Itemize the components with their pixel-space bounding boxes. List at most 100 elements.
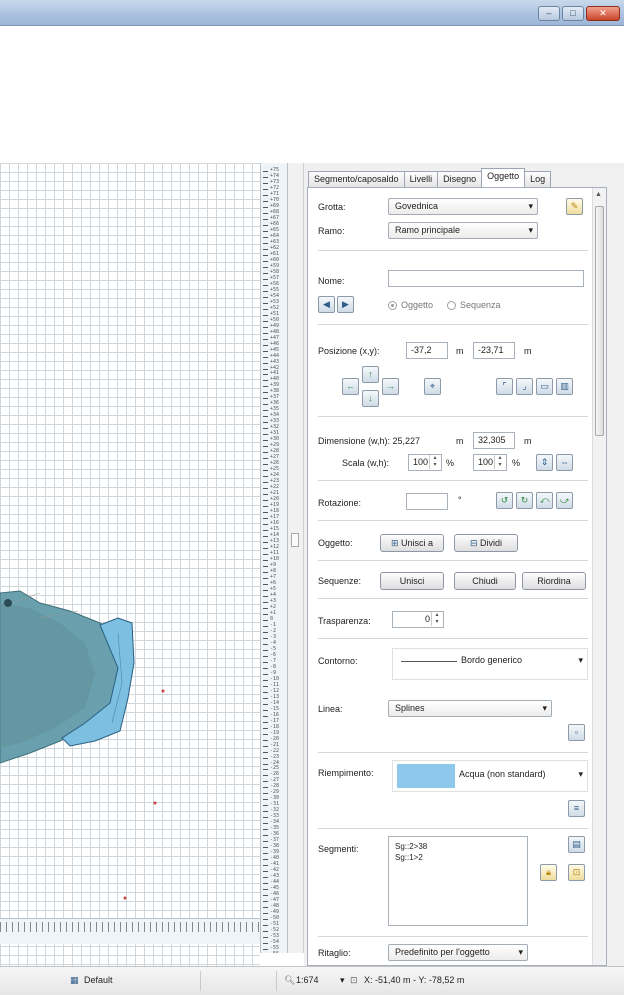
radio-sequenza[interactable] (447, 300, 457, 310)
drawing-canvas[interactable] (0, 163, 260, 966)
radio-oggetto[interactable] (388, 300, 397, 310)
ruler-tick: -27 (263, 778, 285, 783)
unlock-icon[interactable]: ⊡ (568, 864, 585, 881)
ruler-tick: +48 (263, 329, 285, 334)
line-options-icon[interactable]: ▫ (568, 724, 585, 741)
ruler-tick: +14 (263, 533, 285, 538)
vertical-ruler: +75 +74 +73 +72 +71 +70 +69 +68 +67 +66 +65 +64 +63 +… (260, 163, 288, 953)
segmenti-list[interactable]: Sg::2>38 Sg::1>2 (388, 836, 528, 926)
scala-h-spin[interactable]: 100 (473, 454, 507, 471)
flip-icon[interactable]: ⇔ (556, 454, 573, 471)
tab-livelli[interactable]: Livelli (403, 171, 439, 187)
ruler-tick: -21 (263, 742, 285, 747)
next-arrow-icon[interactable]: ▶ (337, 296, 354, 313)
profile-name[interactable]: Default (84, 975, 113, 985)
panel-scrollbar[interactable]: ▲ (592, 188, 606, 965)
nome-input[interactable] (388, 270, 584, 287)
ruler-tick: +24 (263, 473, 285, 478)
ruler-tick: -28 (263, 784, 285, 789)
list-item[interactable]: Sg::2>38 (395, 841, 521, 852)
unisci-a-button[interactable]: ⊞ Unisci a (380, 534, 444, 552)
contorno-select[interactable]: Bordo generico ▾ (392, 648, 588, 680)
maximize-button[interactable]: □ (562, 6, 584, 21)
rotate-ccw-icon[interactable]: ↺ (496, 492, 513, 509)
rotazione-input[interactable] (406, 493, 448, 510)
ruler-tick: -46 (263, 892, 285, 897)
scale-dropdown-icon[interactable]: ▾ (340, 975, 345, 986)
scale-value[interactable]: 1:674 (296, 975, 319, 985)
ruler-tick: -55 (263, 946, 285, 951)
scroll-up-icon[interactable]: ▲ (595, 191, 602, 198)
grotta-select[interactable]: Govednica (388, 198, 538, 215)
dividi-button[interactable]: ⊟ Dividi (454, 534, 518, 552)
ruler-tick: -3 (263, 634, 285, 639)
list-item[interactable]: Sg::1>2 (395, 852, 521, 863)
ruler-tick: -11 (263, 682, 285, 687)
close-button[interactable]: ✕ (586, 6, 620, 21)
ruler-tick: +49 (263, 323, 285, 328)
rotate-cw-icon[interactable]: ↻ (516, 492, 533, 509)
move-up-icon[interactable]: ↑ (362, 366, 379, 383)
align-bottom-icon[interactable]: ⌟ (516, 378, 533, 395)
ruler-tick: +3 (263, 598, 285, 603)
pos-x-input[interactable]: -37,2 (406, 342, 448, 359)
riordina-button[interactable]: Riordina (522, 572, 586, 590)
minimize-button[interactable]: – (538, 6, 560, 21)
ramo-select[interactable]: Ramo principale (388, 222, 538, 239)
scala-w-spin[interactable]: 100 (408, 454, 442, 471)
dim-h-input[interactable]: 32,305 (473, 432, 515, 449)
chiudi-button[interactable]: Chiudi (454, 572, 516, 590)
rotazione-unit: ° (458, 495, 462, 505)
edit-pencil-icon[interactable]: ✎ (566, 198, 583, 215)
move-down-icon[interactable]: ↓ (362, 390, 379, 407)
unisci-button[interactable]: Unisci (380, 572, 444, 590)
ruler-tick-label: -20 (270, 735, 280, 742)
move-left-icon[interactable]: ← (342, 378, 359, 395)
lock-icon[interactable]: 🔒︎ (540, 864, 557, 881)
ruler-tick-label: +47 (270, 334, 280, 341)
ruler-tick: +21 (263, 491, 285, 496)
splitter-grip[interactable] (291, 533, 299, 547)
posizione-label: Posizione (x,y): (318, 346, 380, 356)
ruler-tick: -44 (263, 880, 285, 885)
linea-label: Linea: (318, 704, 343, 714)
align-right-icon[interactable]: ▥ (556, 378, 573, 395)
trasparenza-spin[interactable]: 0 (392, 611, 444, 628)
contorno-row: Contorno: (318, 652, 358, 670)
ruler-tick: -9 (263, 670, 285, 675)
ruler-tick: +55 (263, 287, 285, 292)
align-top-left-icon[interactable]: ⌜ (496, 378, 513, 395)
ruler-tick: -29 (263, 790, 285, 795)
rotate-left-90-icon[interactable]: ⤺ (536, 492, 553, 509)
ruler-tick-label: +54 (270, 292, 280, 299)
pos-y-input[interactable]: -23,71 (473, 342, 515, 359)
scroll-thumb[interactable] (595, 206, 604, 436)
lock-ratio-icon[interactable]: ⇕ (536, 454, 553, 471)
riempimento-select[interactable]: Acqua (non standard) ▾ (392, 760, 588, 792)
ruler-tick-label: -12 (270, 687, 280, 694)
ruler-tick: -10 (263, 676, 285, 681)
ruler-tick: +30 (263, 437, 285, 442)
tab-segmento-caposaldo[interactable]: Segmento/caposaldo (308, 171, 405, 187)
grotta-row: Grotta: (318, 198, 346, 216)
linea-select[interactable]: Splines (388, 700, 552, 717)
align-center-icon[interactable]: ▭ (536, 378, 553, 395)
ruler-tick: +56 (263, 281, 285, 286)
ruler-tick: -4 (263, 640, 285, 645)
mode-radio-group: Oggetto Sequenza (388, 296, 501, 314)
prev-arrow-icon[interactable]: ◀ (318, 296, 335, 313)
rotate-right-90-icon[interactable]: ⤻ (556, 492, 573, 509)
fill-options-icon[interactable]: ≡ (568, 800, 585, 817)
tab-log[interactable]: Log (524, 171, 552, 187)
pick-position-icon[interactable]: ⌖ (424, 378, 441, 395)
tab-oggetto[interactable]: Oggetto (481, 168, 526, 187)
ruler-tick: +22 (263, 485, 285, 490)
ruler-tick-label: -23 (270, 753, 280, 760)
move-right-icon[interactable]: → (382, 378, 399, 395)
panel-splitter[interactable] (288, 163, 304, 953)
ritaglio-select[interactable]: Predefinito per l'oggetto (388, 944, 528, 961)
ruler-tick: -47 (263, 898, 285, 903)
segment-pick-icon[interactable]: ▤ (568, 836, 585, 853)
ruler-tick: -33 (263, 814, 285, 819)
tab-disegno[interactable]: Disegno (437, 171, 483, 187)
